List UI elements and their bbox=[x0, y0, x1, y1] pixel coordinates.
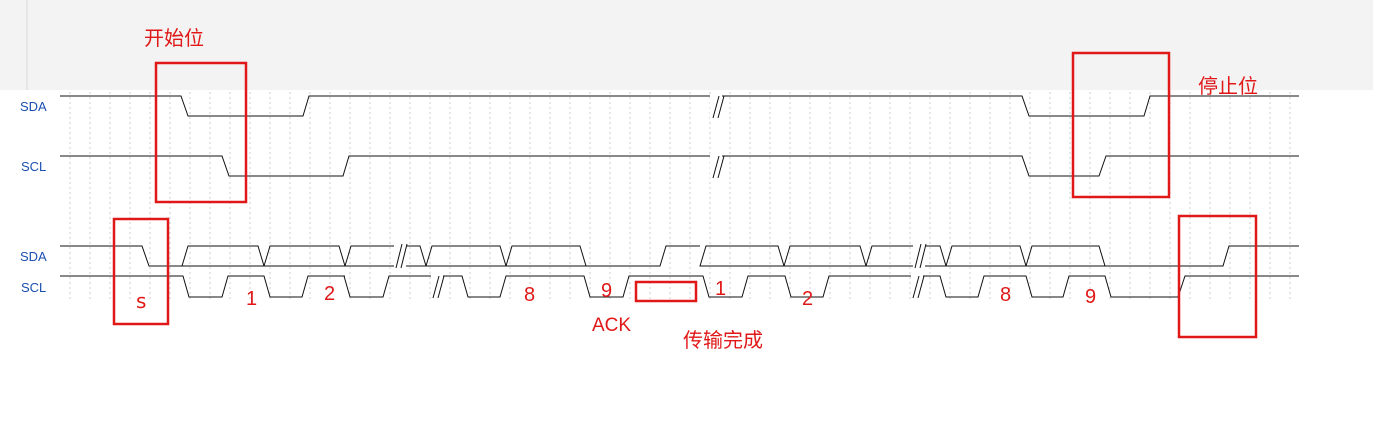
bit-label-9-second-byte: 9 bbox=[1085, 286, 1096, 308]
header-band bbox=[0, 0, 1373, 90]
transfer-done-label: 传输完成 bbox=[683, 328, 763, 352]
lower-sda-bit-cells bbox=[181, 245, 1106, 267]
sda-bit-cell bbox=[699, 245, 785, 267]
lower-sda-break-mark-1 bbox=[394, 243, 408, 270]
sda-bit-cell bbox=[425, 245, 507, 267]
bit-label-2-second-byte: 2 bbox=[802, 288, 813, 310]
upper-sda-break-mark bbox=[710, 94, 725, 120]
lower-scl-label: SCL bbox=[21, 280, 46, 295]
bit-label-8-second-byte: 8 bbox=[1000, 284, 1011, 306]
sda-bit-cell bbox=[783, 245, 867, 267]
stop-bit-label: 停止位 bbox=[1198, 74, 1258, 98]
start-marker-label: s bbox=[136, 289, 146, 313]
bit-label-8: 8 bbox=[524, 284, 535, 306]
lower-sda-ack-segment bbox=[586, 245, 700, 267]
bit-label-1-second-byte: 1 bbox=[715, 278, 726, 300]
ack-label: ACK bbox=[592, 315, 631, 336]
lower-scl-break-mark-2 bbox=[911, 274, 925, 300]
bit-label-1: 1 bbox=[246, 288, 257, 310]
ack-box bbox=[634, 280, 698, 303]
sda-bit-cell bbox=[945, 245, 1027, 267]
upper-scl-label: SCL bbox=[21, 159, 46, 174]
sda-bit-cell bbox=[865, 245, 947, 267]
sda-bit-cell bbox=[1025, 245, 1106, 267]
bit-label-2: 2 bbox=[324, 283, 335, 305]
start-bit-label: 开始位 bbox=[144, 26, 204, 50]
sda-bit-cell bbox=[505, 245, 587, 267]
i2c-timing-diagram: SDA SCL SDA SCL 1 2 8 9 1 2 8 9 开始位 停止位 … bbox=[0, 0, 1373, 352]
upper-sda-label: SDA bbox=[20, 99, 47, 114]
lower-sda-break-mark-2 bbox=[913, 243, 927, 270]
upper-scl-break-mark bbox=[710, 154, 725, 180]
sda-bit-cell bbox=[181, 245, 265, 267]
sda-bit-cell bbox=[344, 245, 427, 267]
sda-bit-cell bbox=[263, 245, 346, 267]
lower-sda-start-segment bbox=[60, 245, 182, 267]
lower-scl-break-mark-1 bbox=[431, 274, 445, 300]
bit-label-9: 9 bbox=[601, 280, 612, 302]
lower-sda-label: SDA bbox=[20, 249, 47, 264]
